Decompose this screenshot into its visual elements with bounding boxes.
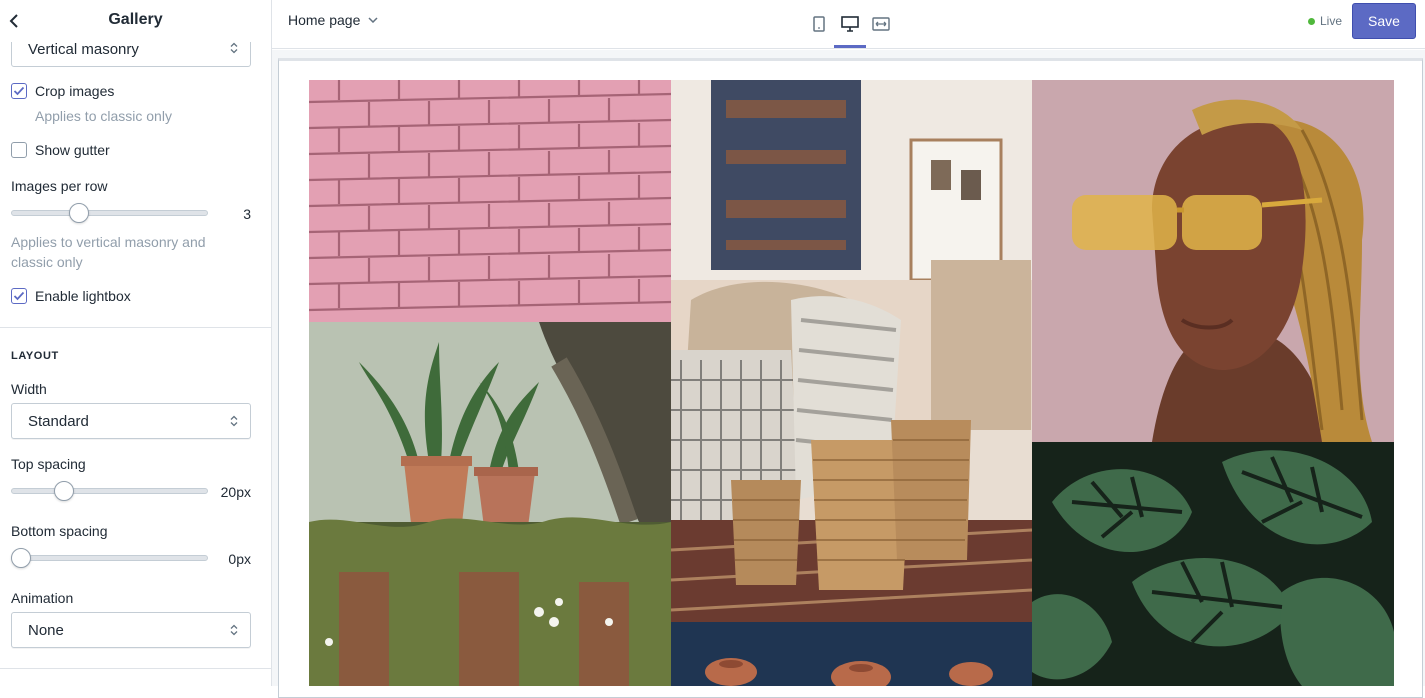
crop-images-help: Applies to classic only — [35, 108, 172, 124]
images-per-row-slider-track[interactable] — [11, 210, 208, 216]
width-select[interactable]: Standard — [11, 403, 251, 439]
top-spacing-label: Top spacing — [11, 456, 86, 472]
section-divider — [0, 327, 271, 328]
editor-topbar: Home page Live Save — [272, 0, 1425, 49]
bottom-spacing-value: 0px — [228, 551, 251, 567]
checkmark-icon — [13, 291, 25, 301]
sidebar-title: Gallery — [108, 11, 163, 28]
live-label: Live — [1320, 14, 1343, 28]
show-gutter-label: Show gutter — [35, 142, 110, 158]
animation-select[interactable]: None — [11, 612, 251, 648]
gallery-image-monstera[interactable] — [1032, 442, 1394, 686]
layout-style-value: Vertical masonry — [28, 41, 139, 58]
gallery-grid — [309, 80, 1394, 686]
mobile-view-button[interactable] — [804, 11, 834, 37]
live-dot-icon — [1308, 17, 1315, 25]
gallery-image-clay-pots[interactable] — [671, 622, 1032, 686]
checkbox-checked[interactable] — [11, 288, 27, 304]
fullscreen-view-button[interactable] — [866, 11, 896, 37]
enable-lightbox-checkbox[interactable]: Enable lightbox — [11, 288, 131, 304]
live-status: Live — [1308, 14, 1342, 28]
gallery-image-brick-wall[interactable] — [309, 80, 671, 322]
settings-sidebar: Vertical masonry Gallery Crop images App… — [0, 0, 272, 686]
checkbox-checked[interactable] — [11, 83, 27, 99]
chevron-down-icon — [368, 17, 378, 23]
images-per-row-slider-thumb[interactable] — [69, 203, 89, 223]
mobile-icon — [813, 16, 825, 32]
active-device-indicator — [834, 45, 866, 48]
select-arrows-icon — [230, 414, 238, 432]
section-divider — [0, 668, 271, 669]
top-spacing-slider-track[interactable] — [11, 488, 208, 494]
checkbox-unchecked[interactable] — [11, 142, 27, 158]
crop-images-checkbox[interactable]: Crop images — [11, 83, 114, 99]
select-arrows-icon — [230, 41, 238, 59]
desktop-view-button[interactable] — [835, 11, 865, 37]
animation-label: Animation — [11, 590, 74, 606]
gallery-image-portrait[interactable] — [1032, 80, 1394, 442]
animation-value: None — [28, 622, 64, 639]
bottom-spacing-slider-thumb[interactable] — [11, 548, 31, 568]
bottom-spacing-slider-track[interactable] — [11, 555, 208, 561]
desktop-icon — [841, 16, 859, 32]
bottom-spacing-label: Bottom spacing — [11, 523, 108, 539]
select-arrows-icon — [230, 623, 238, 641]
save-button[interactable]: Save — [1352, 3, 1416, 39]
images-per-row-label: Images per row — [11, 178, 108, 194]
top-spacing-value: 20px — [220, 484, 251, 500]
images-per-row-value: 3 — [243, 206, 251, 222]
show-gutter-checkbox[interactable]: Show gutter — [11, 142, 110, 158]
sidebar-header: Gallery — [0, 0, 271, 42]
page-selector-label: Home page — [288, 12, 361, 28]
gallery-image-snowdrops[interactable] — [309, 322, 671, 686]
enable-lightbox-label: Enable lightbox — [35, 288, 131, 304]
top-spacing-slider-thumb[interactable] — [54, 481, 74, 501]
width-value: Standard — [28, 413, 89, 430]
layout-section-heading: LAYOUT — [11, 350, 59, 362]
images-per-row-help: Applies to vertical masonry and classic … — [11, 234, 206, 270]
fullscreen-icon — [872, 17, 890, 31]
width-label: Width — [11, 381, 47, 397]
crop-images-label: Crop images — [35, 83, 115, 99]
page-selector[interactable]: Home page — [288, 12, 378, 28]
checkmark-icon — [13, 86, 25, 96]
gallery-image-interior-baskets[interactable] — [671, 80, 1032, 622]
